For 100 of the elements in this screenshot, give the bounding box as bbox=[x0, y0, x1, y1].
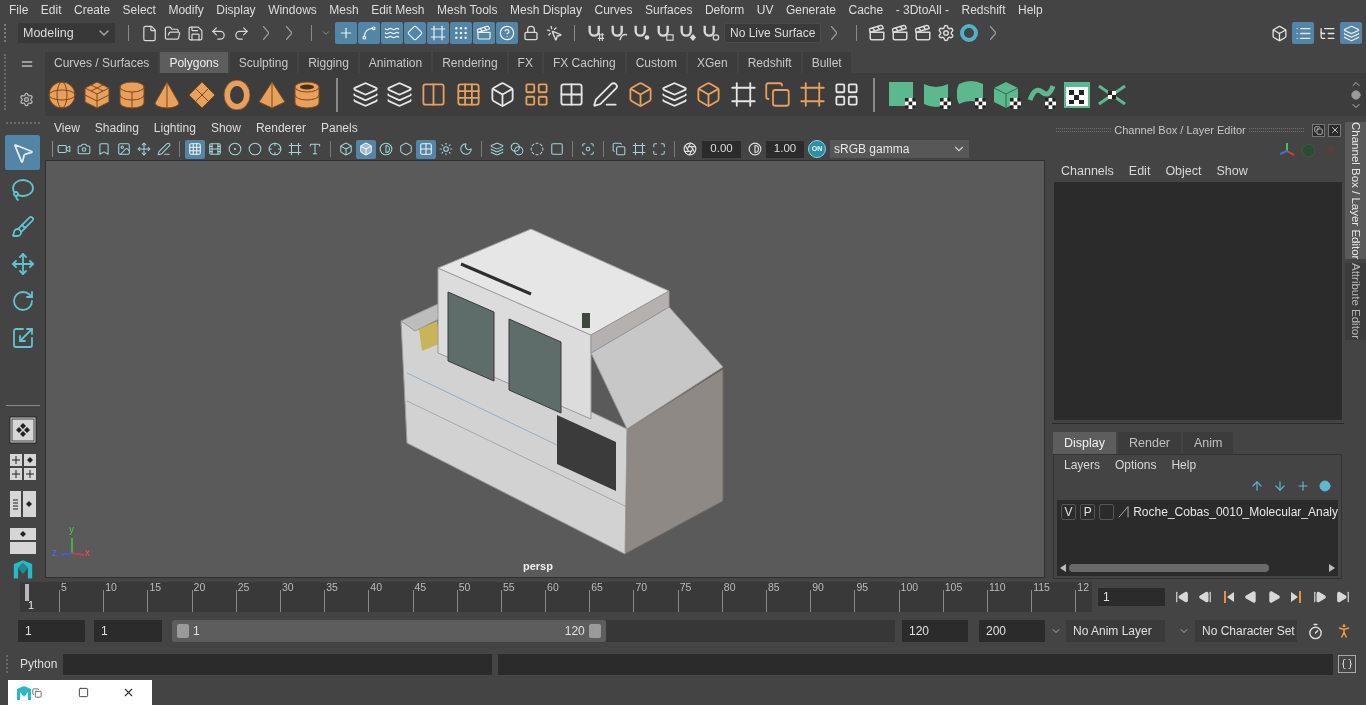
panel-menu-item[interactable]: Show bbox=[210, 119, 241, 137]
bar-triangle-left-icon[interactable] bbox=[1221, 590, 1235, 604]
restore-icon[interactable] bbox=[32, 687, 42, 698]
arrow-up-icon[interactable] bbox=[1250, 479, 1264, 493]
playback-toggle[interactable]: P bbox=[1080, 504, 1096, 520]
time-slider-track[interactable]: 1 5 10 15 20 25 30 35 40 45 50 55 60 65 70 75 80 85 90 95 100 105 110 115 12 bbox=[20, 582, 1092, 612]
torus-icon[interactable] bbox=[222, 79, 252, 110]
range-slider-track[interactable]: 1 120 bbox=[172, 620, 895, 642]
layer-tab[interactable]: Anim bbox=[1183, 432, 1234, 454]
dot-icon[interactable] bbox=[1319, 480, 1331, 492]
panel-menu-item[interactable]: Panels bbox=[320, 119, 358, 137]
3d-viewport[interactable]: y z x persp bbox=[45, 160, 1045, 578]
shelf-tab[interactable]: Rigging bbox=[299, 52, 358, 73]
shelf-tab[interactable]: Custom bbox=[626, 52, 686, 73]
cube-icon[interactable] bbox=[82, 79, 112, 110]
menu-item[interactable]: Mesh Display bbox=[510, 1, 583, 19]
command-input-field[interactable] bbox=[63, 653, 493, 675]
step-back-icon[interactable] bbox=[1198, 590, 1212, 604]
axes-icon[interactable] bbox=[1279, 142, 1295, 158]
undo-icon[interactable] bbox=[210, 24, 227, 42]
grid-toggle[interactable] bbox=[185, 139, 205, 159]
textured-toggle[interactable] bbox=[416, 139, 436, 159]
pipe-icon[interactable] bbox=[292, 79, 322, 110]
layer-color-swatch[interactable] bbox=[1099, 504, 1115, 520]
hash-icon[interactable] bbox=[729, 81, 757, 108]
grid-icon[interactable] bbox=[557, 81, 585, 108]
contrast-icon[interactable] bbox=[748, 142, 762, 156]
save-icon[interactable] bbox=[187, 24, 204, 42]
shelf-tab[interactable]: FX Caching bbox=[543, 52, 625, 73]
range-handle[interactable] bbox=[177, 624, 189, 638]
channel-menu-item[interactable]: Channels bbox=[1061, 161, 1114, 181]
menu-item[interactable]: Mesh Tools bbox=[437, 1, 498, 19]
sphere-icon[interactable] bbox=[47, 79, 77, 110]
clapperboard-icon[interactable] bbox=[891, 24, 909, 42]
clapperboard-icon[interactable] bbox=[868, 24, 886, 42]
drag-handle-icon[interactable] bbox=[4, 54, 6, 110]
scroll-dot-icon[interactable] bbox=[1351, 89, 1361, 100]
joint-mask-button[interactable] bbox=[358, 22, 380, 44]
dynamics-mask-button[interactable] bbox=[450, 22, 472, 44]
drag-handle-icon[interactable] bbox=[5, 122, 40, 124]
exposure-field[interactable]: 0.00 bbox=[702, 140, 741, 158]
deformer-mask-button[interactable] bbox=[427, 22, 449, 44]
scrollbar-thumb[interactable] bbox=[1069, 564, 1269, 572]
four-pane-layout-icon[interactable] bbox=[8, 453, 37, 482]
nurbs-cube-icon[interactable] bbox=[992, 79, 1023, 110]
lock-icon[interactable] bbox=[523, 25, 539, 41]
menu-item[interactable]: - 3DtoAll - bbox=[895, 1, 949, 19]
side-tab[interactable]: Attribute Editor bbox=[1345, 263, 1366, 340]
smooth-shade-toggle[interactable] bbox=[356, 139, 376, 159]
step-forward-icon[interactable] bbox=[1313, 590, 1327, 604]
menu-item[interactable]: Select bbox=[122, 1, 156, 19]
shelf-tab[interactable]: Animation bbox=[359, 52, 432, 73]
menu-item[interactable]: Generate bbox=[785, 1, 836, 19]
gamma-field[interactable]: 1.00 bbox=[766, 140, 804, 158]
arrow-down-icon[interactable] bbox=[1273, 479, 1287, 493]
cone-icon[interactable] bbox=[152, 79, 182, 110]
checker-window-icon[interactable] bbox=[1062, 79, 1093, 110]
grid-icon[interactable] bbox=[454, 81, 482, 108]
channel-box-button[interactable] bbox=[1340, 22, 1362, 44]
shelf-tab[interactable]: Curves / Surfaces bbox=[45, 52, 159, 73]
cube-icon[interactable] bbox=[489, 81, 517, 108]
layer-menu-item[interactable]: Layers bbox=[1064, 456, 1101, 474]
tiles-icon[interactable] bbox=[832, 81, 860, 108]
character-set-dropdown[interactable]: No Character Set bbox=[1195, 620, 1297, 642]
menu-item[interactable]: File bbox=[9, 1, 29, 19]
menu-item[interactable]: Redshift bbox=[961, 1, 1006, 19]
menu-item[interactable]: UV bbox=[756, 1, 774, 19]
shelf-tab[interactable]: Rendering bbox=[433, 52, 507, 73]
shelf-tab[interactable]: Sculpting bbox=[229, 52, 298, 73]
nurbs-square-icon[interactable] bbox=[887, 79, 918, 110]
cube-icon[interactable] bbox=[695, 81, 723, 108]
menu-item[interactable]: Help bbox=[1018, 1, 1043, 19]
menu-item[interactable]: Mesh bbox=[329, 1, 359, 19]
workspace-dropdown[interactable]: Modeling bbox=[18, 23, 115, 43]
play-icon[interactable] bbox=[1267, 590, 1281, 604]
language-toggle[interactable]: Python bbox=[20, 655, 58, 673]
columns-icon[interactable] bbox=[420, 81, 448, 108]
menu-item[interactable]: Create bbox=[74, 1, 111, 19]
settings-icon[interactable] bbox=[937, 24, 955, 42]
channel-menu-item[interactable]: Edit bbox=[1128, 161, 1151, 181]
close-button[interactable] bbox=[1328, 123, 1341, 137]
layer-tab[interactable]: Display bbox=[1053, 432, 1116, 454]
folder-icon[interactable] bbox=[164, 24, 181, 42]
panel-menu-item[interactable]: View bbox=[54, 119, 80, 137]
maximize-icon[interactable] bbox=[78, 687, 89, 698]
single-pane-layout-icon[interactable] bbox=[8, 416, 37, 445]
layers-icon[interactable] bbox=[385, 81, 413, 108]
surface-mask-button[interactable] bbox=[404, 22, 426, 44]
menu-item[interactable]: Curves bbox=[594, 1, 633, 19]
pyramid-icon[interactable] bbox=[257, 79, 287, 110]
file-icon[interactable] bbox=[141, 24, 158, 42]
layer-menu-item[interactable]: Help bbox=[1171, 456, 1197, 474]
animation-end-field[interactable]: 200 bbox=[979, 620, 1045, 642]
shelf-tab[interactable]: XGen bbox=[687, 52, 737, 73]
menu-item[interactable]: Surfaces bbox=[645, 1, 693, 19]
live-surface-field[interactable]: No Live Surface bbox=[724, 23, 821, 43]
redo-icon[interactable] bbox=[233, 24, 250, 42]
panel-menu-item[interactable]: Shading bbox=[94, 119, 139, 137]
drag-handle-icon[interactable] bbox=[6, 655, 8, 673]
drag-handle-icon[interactable] bbox=[4, 24, 6, 42]
